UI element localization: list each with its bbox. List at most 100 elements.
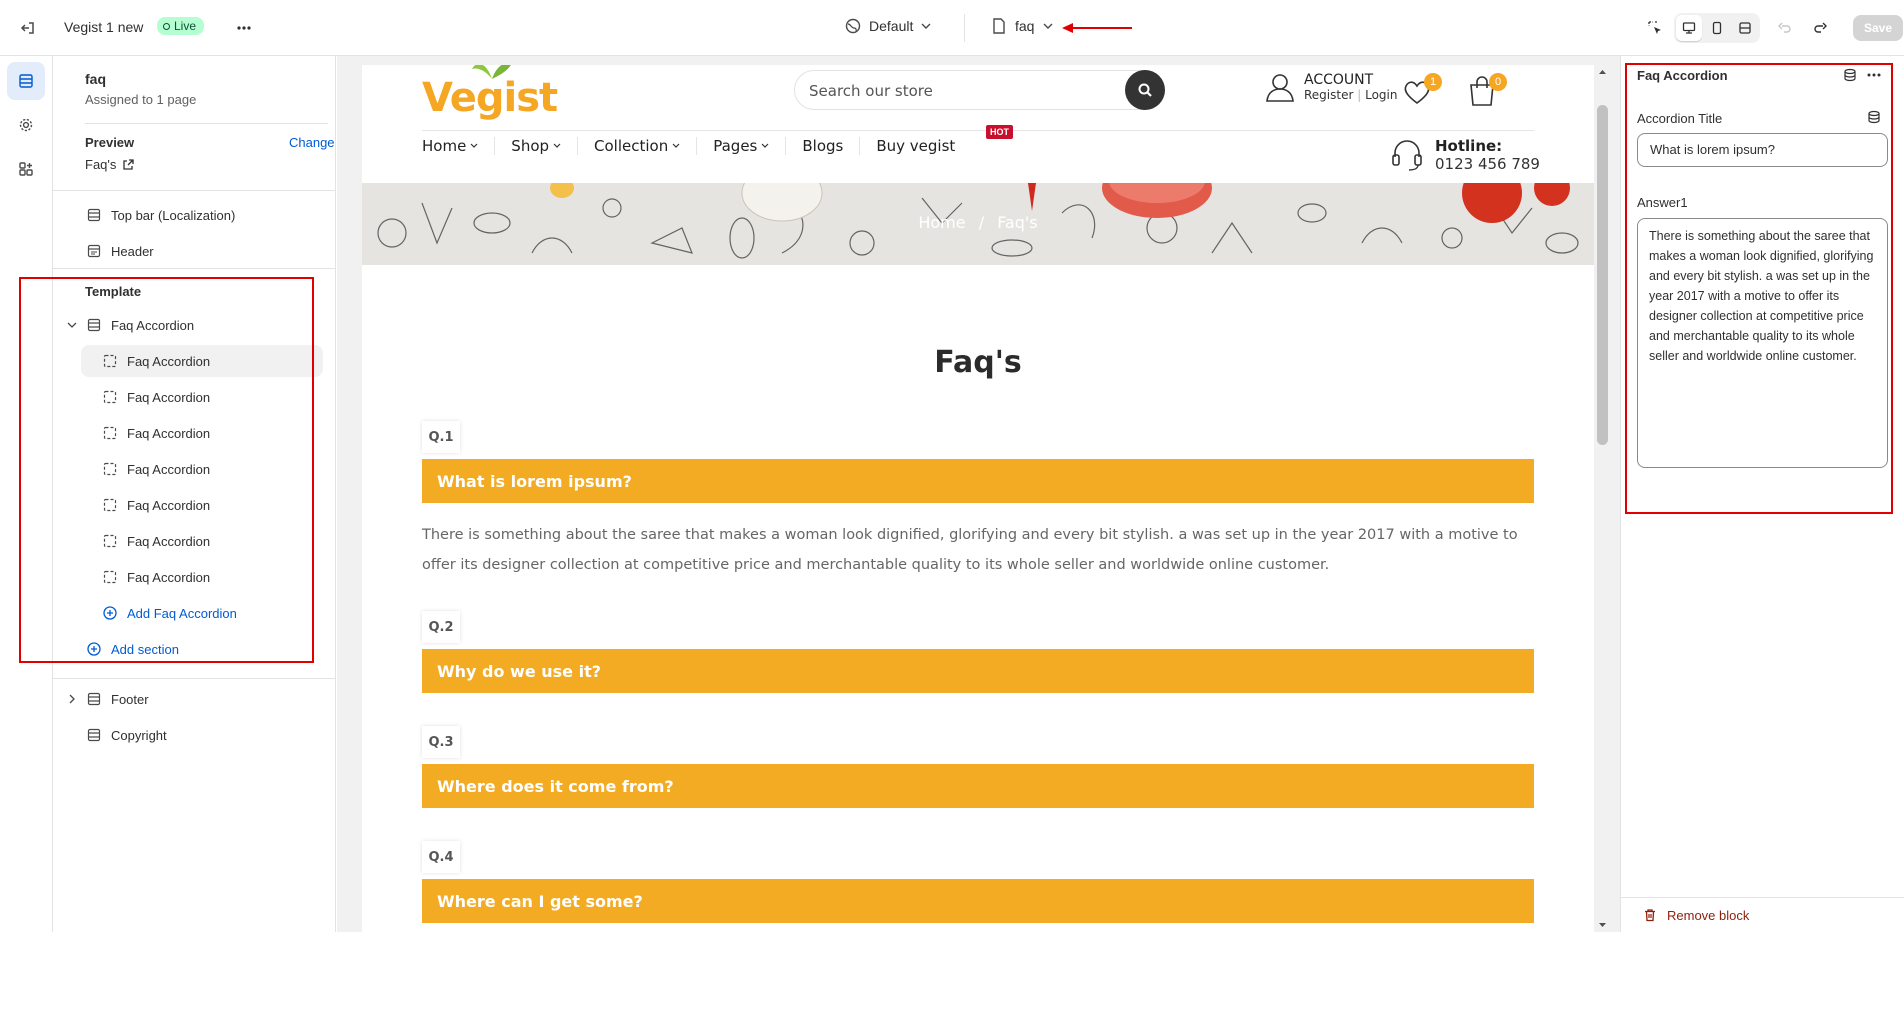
register-link[interactable]: Register bbox=[1304, 88, 1353, 102]
headset-icon bbox=[1392, 140, 1422, 171]
language-selector[interactable]: Default bbox=[845, 18, 931, 34]
globe-icon bbox=[845, 18, 861, 34]
store-search-input[interactable]: Search our store bbox=[794, 70, 1165, 110]
preview-scrollbar[interactable] bbox=[1594, 65, 1611, 932]
nav-item-blogs[interactable]: Blogs bbox=[802, 137, 861, 155]
more-options-icon[interactable] bbox=[1866, 67, 1882, 83]
question-bar[interactable]: Why do we use it? bbox=[422, 649, 1534, 693]
accordion-title-input[interactable]: What is lorem ipsum? bbox=[1637, 133, 1888, 167]
answer-textarea[interactable]: There is something about the saree that … bbox=[1637, 218, 1888, 468]
redo-icon[interactable] bbox=[1806, 14, 1834, 42]
store-logo[interactable]: Vegist bbox=[422, 65, 558, 121]
question-number: Q.2 bbox=[422, 611, 460, 643]
block-faq-accordion[interactable]: Faq Accordion bbox=[103, 489, 210, 521]
search-icon[interactable] bbox=[1125, 70, 1165, 110]
block-faq-accordion[interactable]: Faq Accordion bbox=[103, 561, 210, 593]
divider bbox=[53, 268, 336, 269]
section-header[interactable]: Header bbox=[87, 235, 154, 267]
add-section-label: Add section bbox=[111, 641, 179, 657]
section-faq-accordion[interactable]: Faq Accordion bbox=[67, 309, 194, 341]
database-icon[interactable] bbox=[1843, 68, 1857, 82]
nav-item-pages[interactable]: Pages bbox=[713, 137, 787, 155]
scrollbar-thumb[interactable] bbox=[1597, 105, 1608, 445]
chevron-down-icon bbox=[672, 143, 680, 148]
block-icon bbox=[103, 570, 117, 584]
section-footer[interactable]: Footer bbox=[67, 683, 149, 715]
section-icon bbox=[87, 318, 101, 332]
header-divider bbox=[422, 130, 1534, 131]
annotation-arrow bbox=[1062, 23, 1132, 33]
remove-block-button[interactable]: Remove block bbox=[1621, 897, 1904, 932]
answer-text: There is something about the saree that … bbox=[422, 527, 1518, 573]
account-link[interactable]: ACCOUNT Register | Login bbox=[1264, 71, 1397, 103]
viewport-switcher bbox=[1674, 13, 1760, 43]
theme-settings-icon[interactable] bbox=[7, 106, 45, 144]
sections-icon[interactable] bbox=[7, 62, 45, 100]
nav-label: Collection bbox=[594, 137, 669, 155]
cart-count: 0 bbox=[1489, 73, 1507, 91]
chevron-right-icon[interactable] bbox=[67, 694, 77, 704]
change-link[interactable]: Change bbox=[289, 135, 335, 150]
database-icon[interactable] bbox=[1867, 110, 1881, 124]
wishlist-icon[interactable]: 1 bbox=[1402, 73, 1442, 107]
account-title: ACCOUNT bbox=[1304, 72, 1374, 88]
block-icon bbox=[103, 498, 117, 512]
preview-page-link[interactable]: Faq's bbox=[85, 157, 135, 172]
nav-label: Blogs bbox=[802, 137, 844, 155]
question-bar[interactable]: Where can I get some? bbox=[422, 879, 1534, 923]
block-faq-accordion[interactable]: Faq Accordion bbox=[103, 453, 210, 485]
inspector-icon[interactable] bbox=[1641, 14, 1669, 42]
question-bar[interactable]: What is lorem ipsum? bbox=[422, 459, 1534, 503]
page-icon bbox=[993, 18, 1005, 34]
block-faq-accordion[interactable]: Faq Accordion bbox=[81, 345, 323, 377]
sections-panel: faq Assigned to 1 page Preview Change Fa… bbox=[53, 56, 344, 932]
block-faq-accordion[interactable]: Faq Accordion bbox=[103, 525, 210, 557]
hot-badge: HOT bbox=[986, 125, 1013, 139]
breadcrumb-home[interactable]: Home bbox=[918, 213, 965, 232]
block-icon bbox=[103, 462, 117, 476]
block-faq-accordion[interactable]: Faq Accordion bbox=[103, 417, 210, 449]
undo-icon[interactable] bbox=[1771, 14, 1799, 42]
sidebar-rail bbox=[0, 56, 53, 932]
faq-heading: Faq's bbox=[934, 345, 1022, 380]
more-options-icon[interactable] bbox=[230, 14, 258, 42]
breadcrumb-current: Faq's bbox=[997, 213, 1038, 232]
question-number: Q.1 bbox=[422, 421, 460, 453]
topbar-divider bbox=[964, 14, 965, 42]
remove-block-label: Remove block bbox=[1667, 907, 1750, 923]
cart-icon[interactable]: 0 bbox=[1467, 71, 1507, 107]
page-banner: Home / Faq's bbox=[362, 183, 1594, 265]
nav-item-home[interactable]: Home bbox=[422, 137, 496, 155]
chevron-down-icon[interactable] bbox=[67, 320, 77, 330]
nav-label: Shop bbox=[511, 137, 550, 155]
desktop-view-icon[interactable] bbox=[1676, 15, 1702, 41]
section-label: Copyright bbox=[111, 727, 167, 743]
scroll-up-icon[interactable] bbox=[1594, 67, 1611, 77]
fullscreen-view-icon[interactable] bbox=[1732, 15, 1758, 41]
page-selector[interactable]: faq bbox=[992, 18, 1053, 34]
question-bar[interactable]: Where does it come from? bbox=[422, 764, 1534, 808]
section-top-bar[interactable]: Top bar (Localization) bbox=[87, 199, 235, 231]
mobile-view-icon[interactable] bbox=[1704, 15, 1730, 41]
add-section-button[interactable]: Add section bbox=[87, 633, 179, 665]
apps-icon[interactable] bbox=[7, 150, 45, 188]
nav-item-shop[interactable]: Shop bbox=[511, 137, 579, 155]
block-settings-title: Faq Accordion bbox=[1637, 68, 1728, 83]
section-label: Header bbox=[111, 243, 154, 259]
scroll-down-icon[interactable] bbox=[1594, 920, 1611, 930]
nav-item-collection[interactable]: Collection bbox=[594, 137, 698, 155]
save-button[interactable]: Save bbox=[1853, 15, 1904, 41]
exit-icon[interactable] bbox=[14, 14, 42, 42]
hotline-number[interactable]: 0123 456 789 bbox=[1435, 155, 1540, 173]
section-label: Top bar (Localization) bbox=[111, 207, 236, 223]
login-link[interactable]: Login bbox=[1365, 88, 1397, 102]
hotline: Hotline: 0123 456 789 bbox=[1389, 137, 1540, 173]
section-copyright[interactable]: Copyright bbox=[87, 719, 167, 751]
search-placeholder: Search our store bbox=[809, 82, 933, 100]
chevron-down-icon bbox=[921, 23, 931, 29]
trash-icon bbox=[1645, 909, 1655, 922]
add-block-button[interactable]: Add Faq Accordion bbox=[103, 597, 237, 629]
assigned-text: Assigned to 1 page bbox=[85, 92, 197, 107]
nav-item-buy-vegist[interactable]: Buy vegist bbox=[876, 137, 971, 155]
block-faq-accordion[interactable]: Faq Accordion bbox=[103, 381, 210, 413]
